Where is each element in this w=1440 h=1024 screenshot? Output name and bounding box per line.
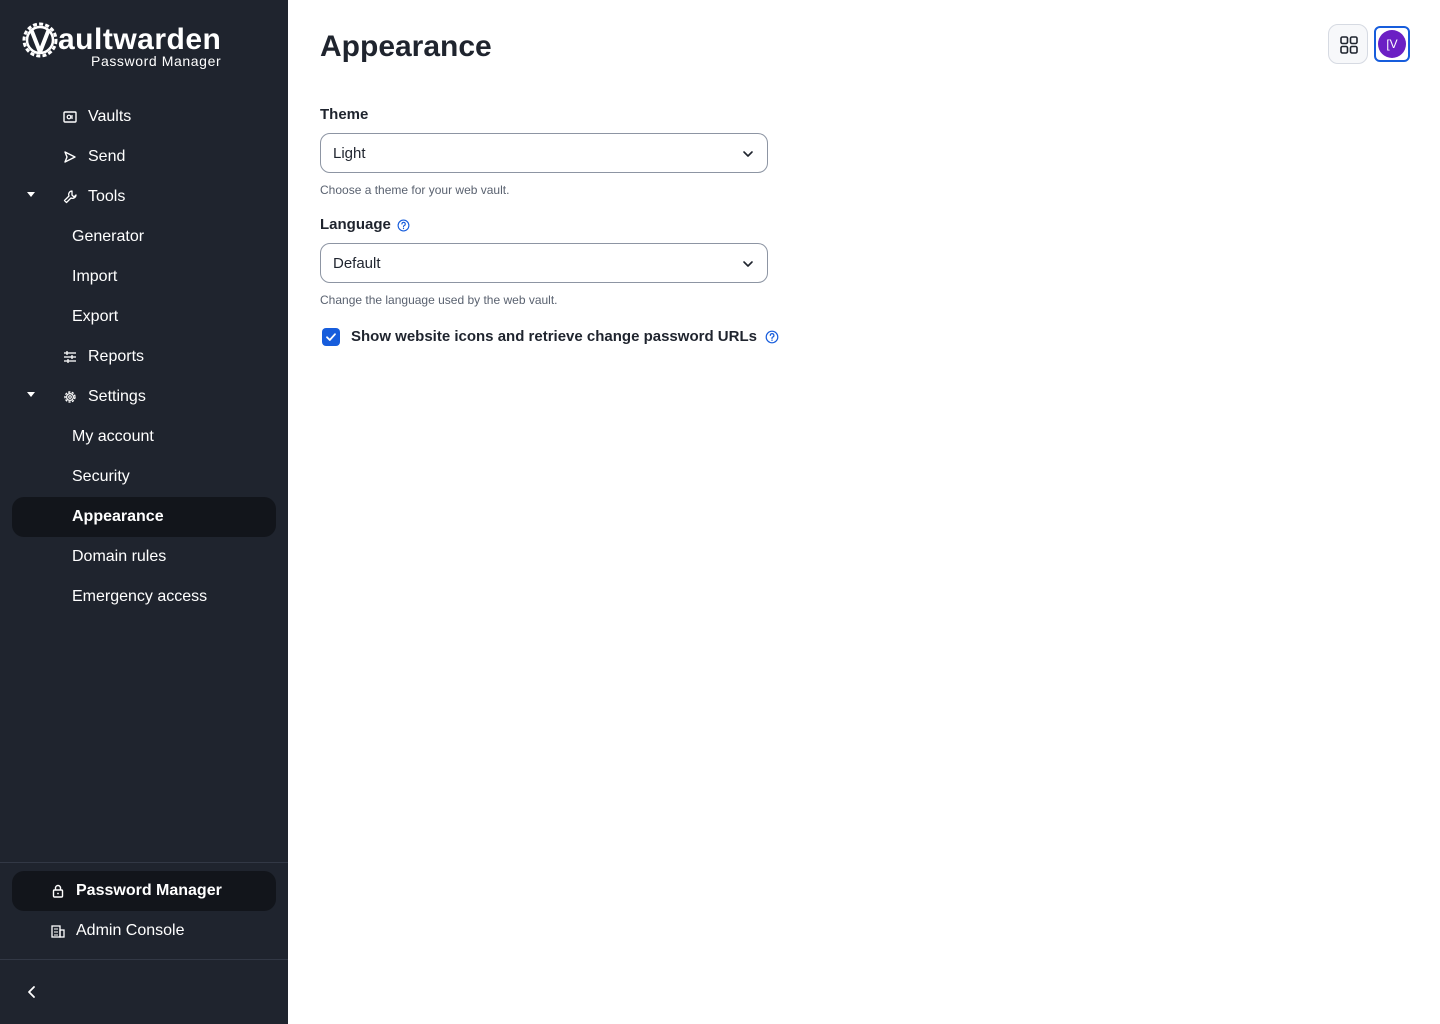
- sidebar-item-settings[interactable]: Settings: [12, 377, 276, 417]
- brand-logo[interactable]: aultwarden Password Manager: [20, 18, 230, 74]
- theme-select[interactable]: Light: [320, 133, 768, 173]
- chevron-left-icon: [28, 986, 35, 998]
- chevron-down-icon: [743, 151, 753, 157]
- sidebar-item-tools[interactable]: Tools: [12, 177, 276, 217]
- sidebar-item-label: Domain rules: [72, 548, 167, 565]
- sidebar-item-appearance[interactable]: Appearance: [12, 497, 276, 537]
- lock-icon: [52, 884, 64, 898]
- collapse-sidebar-button[interactable]: [20, 980, 44, 1004]
- website-icons-checkbox[interactable]: [322, 328, 340, 346]
- building-icon: [51, 925, 65, 938]
- sidebar-item-admin-console[interactable]: Admin Console: [12, 911, 276, 951]
- theme-select-value: Light: [333, 145, 366, 162]
- wrench-icon: [63, 190, 77, 204]
- sidebar-item-label: Security: [72, 468, 130, 485]
- sidebar-item-reports[interactable]: Reports: [12, 337, 276, 377]
- vaultwarden-gear-icon: [22, 22, 58, 58]
- sidebar-item-label: Generator: [72, 228, 145, 245]
- sidebar-item-label: Password Manager: [76, 882, 222, 899]
- sliders-icon: [64, 351, 76, 363]
- theme-hint: Choose a theme for your web vault.: [320, 183, 510, 197]
- sidebar-item-label: Send: [88, 148, 126, 165]
- account-menu-button[interactable]: [V: [1374, 26, 1410, 62]
- sidebar-item-my-account[interactable]: My account: [12, 417, 276, 457]
- sidebar-item-label: Vaults: [88, 108, 132, 125]
- sidebar-item-label: Import: [72, 268, 118, 285]
- product-switcher-button[interactable]: [1328, 24, 1368, 64]
- chevron-down-icon: [27, 192, 35, 197]
- sidebar-item-label: Appearance: [72, 508, 164, 525]
- sidebar-item-send[interactable]: Send: [12, 137, 276, 177]
- brand-subtitle: Password Manager: [91, 53, 222, 69]
- checkmark-icon: [326, 333, 336, 341]
- sidebar-item-emergency-access[interactable]: Emergency access: [12, 577, 276, 617]
- help-icon[interactable]: [765, 330, 779, 344]
- sidebar-item-label: Export: [72, 308, 119, 325]
- send-icon: [64, 151, 76, 163]
- avatar: [V: [1378, 30, 1406, 58]
- sidebar-item-export[interactable]: Export: [12, 297, 276, 337]
- sidebar-item-security[interactable]: Security: [12, 457, 276, 497]
- sidebar: aultwarden Password Manager Vaults Send …: [0, 0, 288, 1024]
- language-hint: Change the language used by the web vaul…: [320, 293, 558, 307]
- language-label: Language: [320, 215, 410, 235]
- sidebar-item-label: Reports: [88, 348, 145, 365]
- language-label-text: Language: [320, 216, 391, 233]
- chevron-down-icon: [27, 392, 35, 397]
- language-select-value: Default: [333, 255, 381, 272]
- gear-icon: [64, 391, 76, 403]
- page-title: Appearance: [320, 30, 492, 63]
- sidebar-item-label: Admin Console: [76, 922, 185, 939]
- vault-icon: [63, 111, 77, 123]
- website-icons-label-text: Show website icons and retrieve change p…: [351, 328, 757, 345]
- sidebar-divider: [0, 862, 288, 863]
- sidebar-item-label: Emergency access: [72, 588, 208, 605]
- sidebar-item-label: My account: [72, 428, 154, 445]
- sidebar-item-label: Tools: [88, 188, 126, 205]
- language-select[interactable]: Default: [320, 243, 768, 283]
- chevron-down-icon: [743, 261, 753, 267]
- sidebar-item-vaults[interactable]: Vaults: [12, 97, 276, 137]
- sidebar-divider: [0, 959, 288, 960]
- sidebar-item-label: Settings: [88, 388, 146, 405]
- website-icons-label[interactable]: Show website icons and retrieve change p…: [351, 327, 779, 347]
- sidebar-item-domain-rules[interactable]: Domain rules: [12, 537, 276, 577]
- theme-label: Theme: [320, 105, 368, 125]
- sidebar-item-password-manager[interactable]: Password Manager: [12, 871, 276, 911]
- sidebar-item-generator[interactable]: Generator: [12, 217, 276, 257]
- help-icon[interactable]: [397, 219, 410, 232]
- sidebar-item-import[interactable]: Import: [12, 257, 276, 297]
- theme-label-text: Theme: [320, 106, 369, 123]
- grid-icon: [1340, 36, 1358, 54]
